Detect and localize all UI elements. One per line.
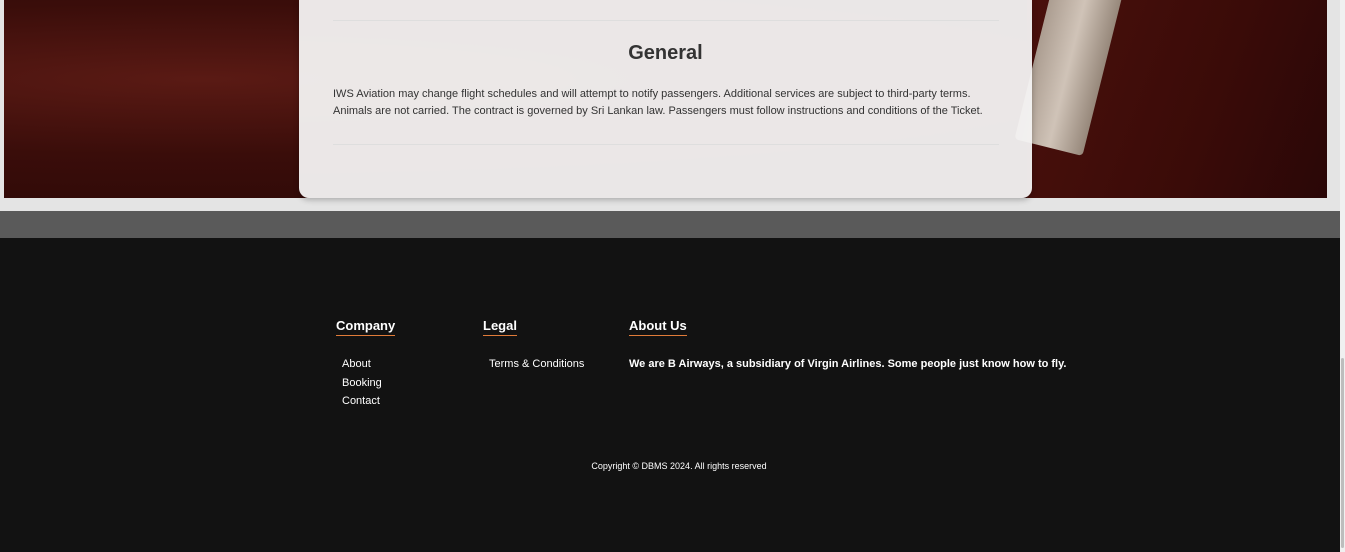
footer-company-column: Company About Booking Contact [336, 317, 396, 407]
page-scrollbar[interactable] [1340, 0, 1345, 552]
card-divider-bottom [333, 144, 999, 145]
footer-link-booking[interactable]: Booking [342, 377, 382, 389]
footer-company-heading: Company [336, 318, 396, 336]
footer-top-strip [0, 211, 1340, 238]
footer-legal-column: Legal Terms & Conditions [483, 317, 584, 370]
footer-about-column: About Us We are B Airways, a subsidiary … [629, 317, 1066, 370]
footer-copyright: Copyright © DBMS 2024. All rights reserv… [591, 461, 767, 471]
footer-link-terms[interactable]: Terms & Conditions [489, 358, 584, 370]
footer-legal-heading: Legal [483, 318, 517, 336]
section-body: IWS Aviation may change flight schedules… [333, 88, 983, 117]
card-divider-top [333, 20, 999, 21]
footer-about-heading: About Us [629, 318, 687, 336]
footer-link-about[interactable]: About [342, 358, 371, 370]
general-terms-card: General IWS Aviation may change flight s… [299, 0, 1032, 198]
section-title: General [628, 42, 703, 64]
site-footer: Company About Booking Contact Legal Term… [0, 238, 1340, 552]
scrollbar-thumb[interactable] [1341, 358, 1344, 548]
footer-link-contact[interactable]: Contact [342, 395, 380, 407]
footer-about-text: We are B Airways, a subsidiary of Virgin… [629, 358, 1067, 370]
